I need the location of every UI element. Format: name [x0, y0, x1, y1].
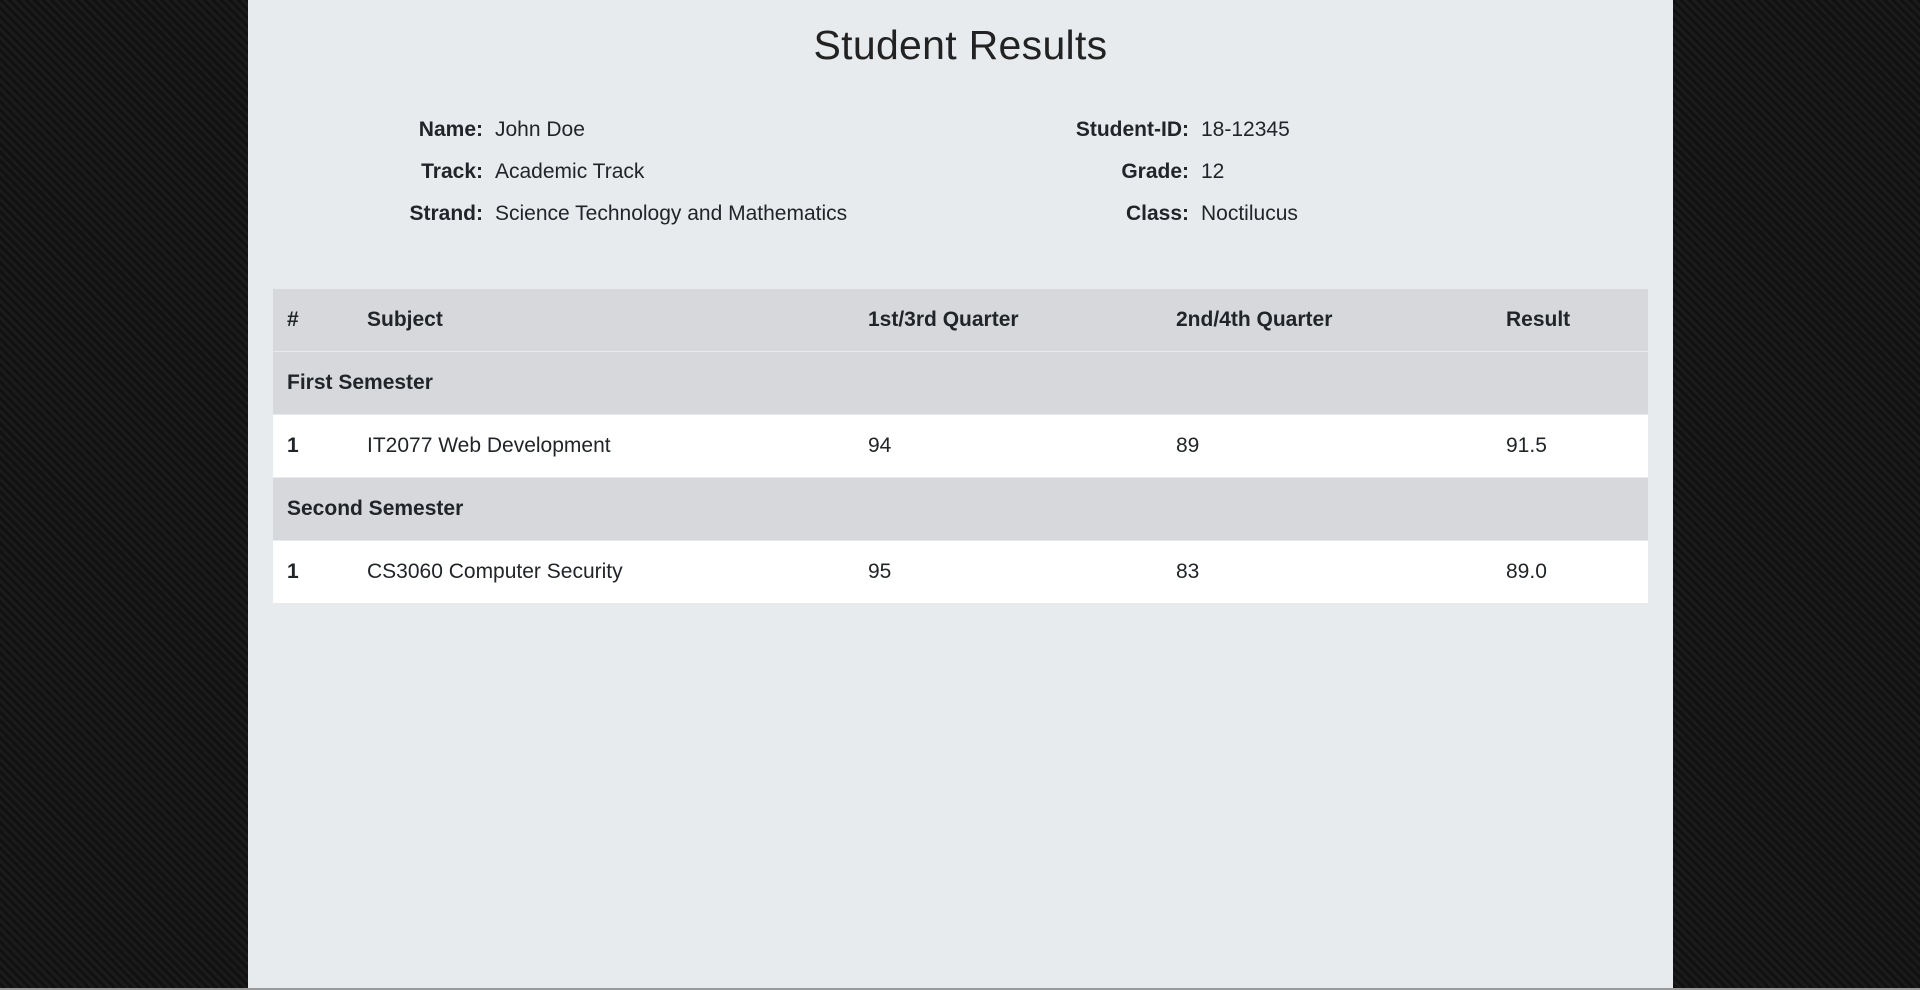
student-info-right: Student-ID: 18-12345 Grade: 12 Class: No… — [948, 118, 1298, 244]
row-number: 1 — [273, 414, 353, 478]
semester-title: Second Semester — [273, 477, 1648, 541]
class-value: Noctilucus — [1201, 202, 1298, 225]
info-row-student-id: Student-ID: 18-12345 — [948, 118, 1298, 160]
row-subject: CS3060 Computer Security — [353, 540, 854, 604]
grade-label: Grade: — [1121, 160, 1189, 183]
info-row-class: Class: Noctilucus — [948, 202, 1298, 244]
table-row: 1 IT2077 Web Development 94 89 91.5 — [273, 414, 1648, 478]
header-second-fourth-quarter: 2nd/4th Quarter — [1162, 289, 1492, 352]
strand-value: Science Technology and Mathematics — [495, 202, 848, 225]
student-info-left: Name: John Doe Track: Academic Track Str… — [248, 118, 848, 244]
strand-label: Strand: — [409, 202, 484, 225]
row-second-fourth-quarter: 83 — [1162, 540, 1492, 604]
header-number: # — [273, 289, 353, 352]
student-id-value: 18-12345 — [1201, 118, 1290, 141]
class-label: Class: — [1125, 202, 1189, 225]
row-first-third-quarter: 94 — [854, 414, 1162, 478]
semester-row-first: First Semester — [273, 351, 1648, 415]
row-subject: IT2077 Web Development — [353, 414, 854, 478]
student-id-label: Student-ID: — [1075, 118, 1189, 141]
row-first-third-quarter: 95 — [854, 540, 1162, 604]
header-result: Result — [1492, 289, 1648, 352]
info-row-grade: Grade: 12 — [948, 160, 1298, 202]
results-page: Student Results Name: John Doe Track: Ac… — [248, 0, 1673, 988]
row-number: 1 — [273, 540, 353, 604]
info-row-name: Name: John Doe — [248, 118, 847, 160]
page-title: Student Results — [813, 22, 1108, 68]
name-label: Name: — [418, 118, 483, 141]
table-row: 1 CS3060 Computer Security 95 83 89.0 — [273, 540, 1648, 604]
info-row-strand: Strand: Science Technology and Mathemati… — [248, 202, 848, 244]
track-label: Track: — [421, 160, 483, 183]
header-first-third-quarter: 1st/3rd Quarter — [854, 289, 1162, 352]
track-value: Academic Track — [495, 160, 645, 183]
grade-value: 12 — [1201, 160, 1225, 183]
row-result: 89.0 — [1492, 540, 1648, 604]
semester-row-second: Second Semester — [273, 477, 1648, 541]
name-value: John Doe — [495, 118, 585, 141]
row-second-fourth-quarter: 89 — [1162, 414, 1492, 478]
table-header-row: # Subject 1st/3rd Quarter 2nd/4th Quarte… — [273, 289, 1648, 352]
results-table: # Subject 1st/3rd Quarter 2nd/4th Quarte… — [273, 289, 1648, 604]
header-subject: Subject — [353, 289, 854, 352]
info-row-track: Track: Academic Track — [248, 160, 847, 202]
row-result: 91.5 — [1492, 414, 1648, 478]
semester-title: First Semester — [273, 351, 1648, 415]
